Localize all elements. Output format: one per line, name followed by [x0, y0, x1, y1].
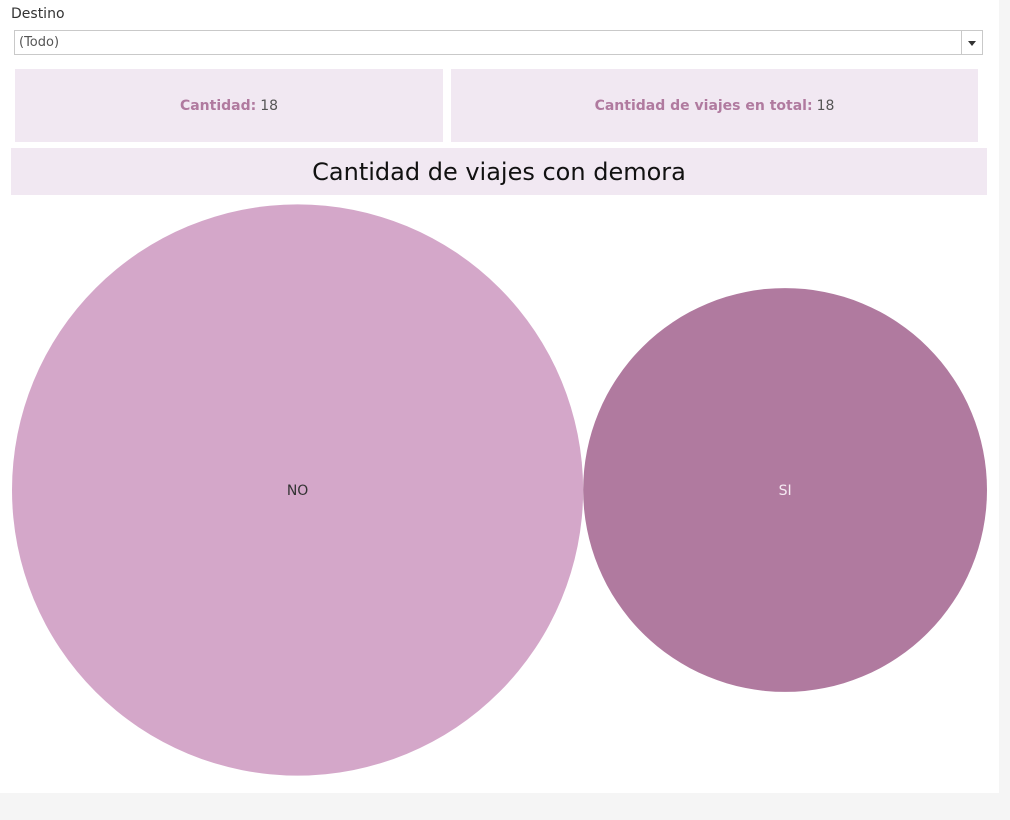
- bubble-label-si: SI: [779, 483, 792, 499]
- dashboard: Destino (Todo) Cantidad: 18 Cantidad de …: [0, 0, 999, 793]
- bubble-chart: NO SI: [12, 204, 987, 776]
- bubble-label-no: NO: [287, 483, 309, 499]
